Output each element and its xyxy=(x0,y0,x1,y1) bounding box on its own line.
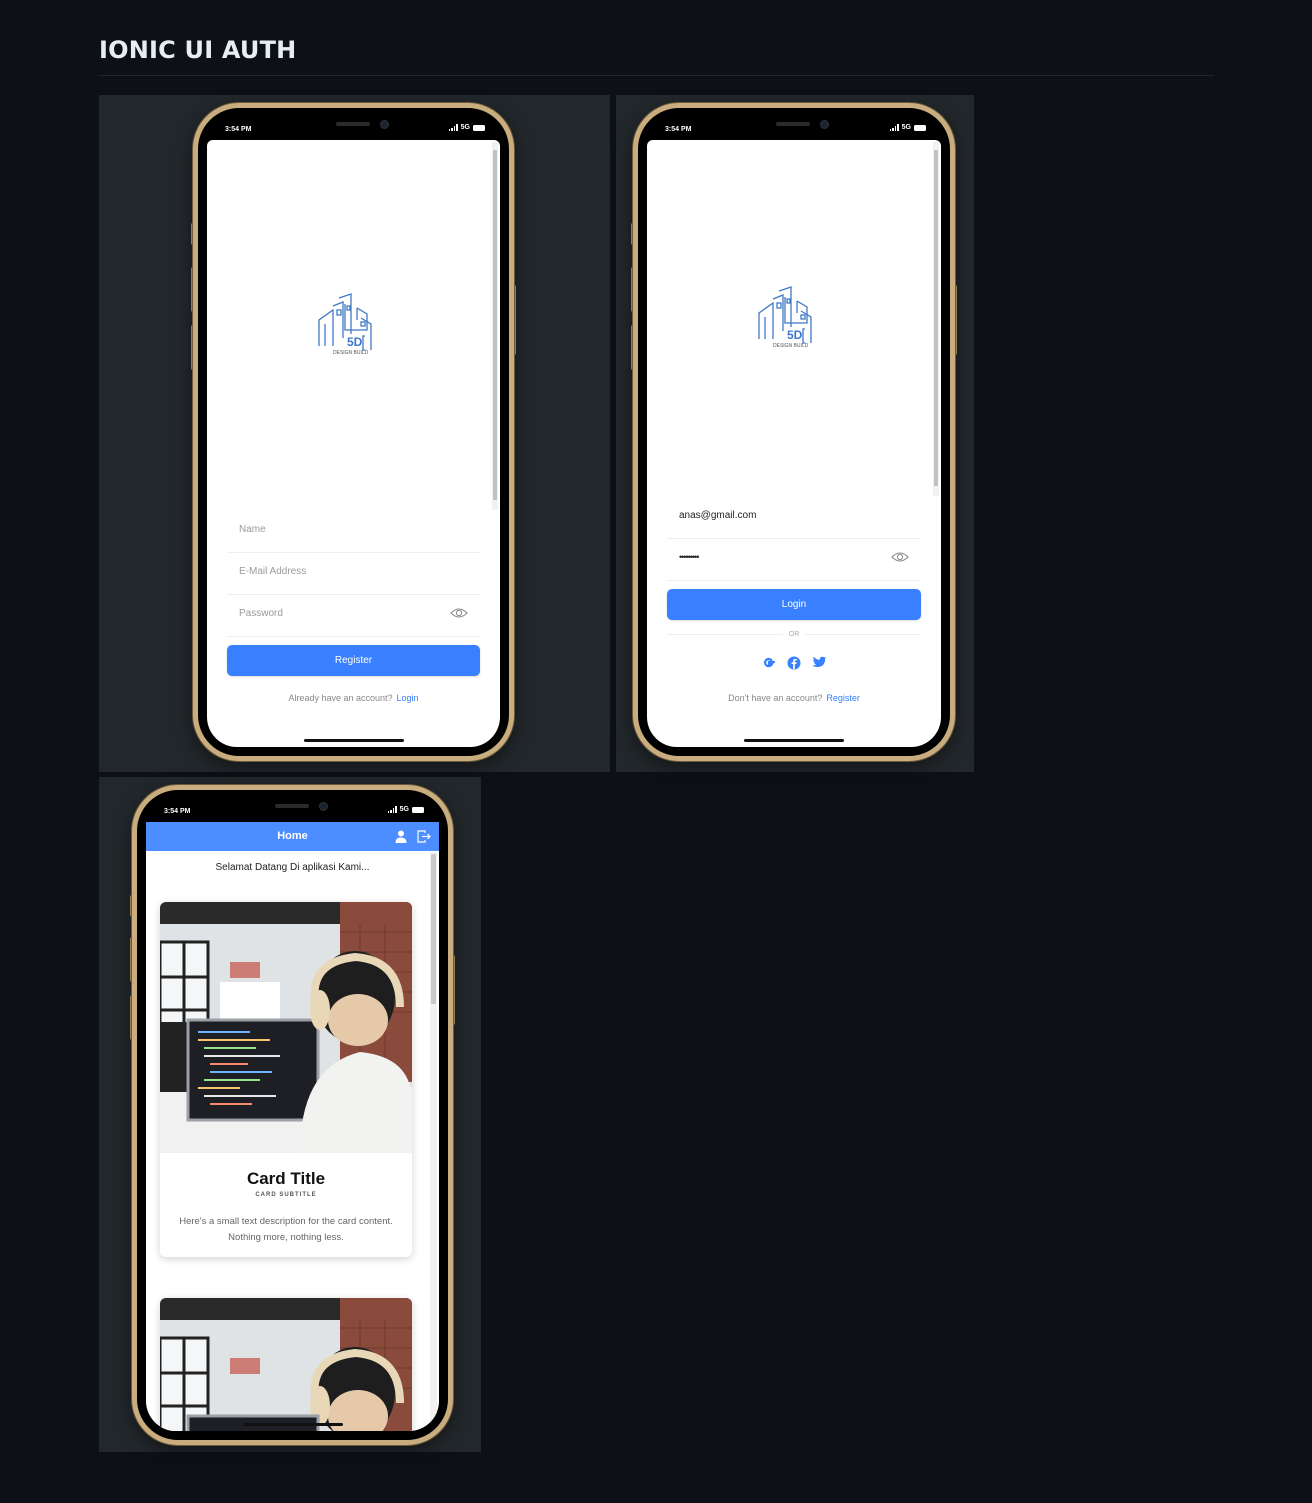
home-indicator xyxy=(303,739,404,742)
register-prompt: Don't have an account? Register xyxy=(647,693,941,703)
content-card[interactable]: Card Title CARD SUBTITLE Here's a small … xyxy=(160,902,412,1257)
logo-label: 5D xyxy=(787,328,803,342)
login-prompt: Already have an account? Login xyxy=(207,693,500,703)
register-screen: 5D DESIGN BUILD Name E-Mail Address Pass… xyxy=(207,140,500,747)
scrollbar[interactable] xyxy=(430,852,437,1431)
name-field[interactable]: Name xyxy=(227,511,480,553)
password-field[interactable]: ••••••••• xyxy=(667,539,921,581)
status-time: 3:54 PM xyxy=(665,126,692,133)
or-label: OR xyxy=(788,631,800,638)
card-subtitle: CARD SUBTITLE xyxy=(255,1192,317,1198)
battery-icon xyxy=(914,124,926,131)
home-screen: Home Selamat Datang Di aplikasi Kami... xyxy=(146,822,439,1431)
scrollbar[interactable] xyxy=(492,142,498,510)
password-field[interactable]: Password xyxy=(227,595,480,637)
home-indicator xyxy=(744,739,844,742)
signal-icon xyxy=(448,124,458,131)
status-icons: 5G xyxy=(387,806,424,813)
login-screen: 5D DESIGN BUILD anas@gmail.com •••••••••… xyxy=(647,140,941,747)
card-title: Card Title xyxy=(246,1169,326,1188)
social-login-row xyxy=(647,656,941,670)
status-time: 3:54 PM xyxy=(225,126,252,133)
home-indicator xyxy=(242,1423,343,1426)
logo-label: 5D xyxy=(347,335,363,349)
email-value: anas@gmail.com xyxy=(679,510,757,521)
password-placeholder: Password xyxy=(239,608,283,619)
phone-frame: 3:54 PM 5G xyxy=(193,103,514,761)
card-image xyxy=(160,1298,412,1431)
user-icon[interactable] xyxy=(395,830,407,843)
email-field[interactable]: anas@gmail.com xyxy=(667,497,921,539)
battery-icon xyxy=(473,124,485,131)
screenshot-panel-home: 3:54 PM 5G Home Selamat Datang Di aplika… xyxy=(99,777,481,1452)
screenshot-panel-login: 3:54 PM 5G 5D DESIGN BUILD anas@gmail.co… xyxy=(616,95,974,772)
signal-icon xyxy=(889,124,899,131)
content-card[interactable] xyxy=(160,1298,412,1431)
phone-frame: 3:54 PM 5G xyxy=(633,103,955,761)
signal-icon xyxy=(387,806,397,813)
logo-caption: DESIGN BUILD xyxy=(773,343,809,349)
battery-icon xyxy=(412,806,424,813)
scrollbar[interactable] xyxy=(933,142,939,496)
name-placeholder: Name xyxy=(239,524,266,535)
network-label: 5G xyxy=(460,124,470,131)
facebook-icon[interactable] xyxy=(787,656,801,670)
screenshot-panel-register: 3:54 PM 5G 5D DESIGN BUILD Name E-Mail A… xyxy=(99,95,610,772)
register-link[interactable]: Register xyxy=(826,693,860,703)
title-divider xyxy=(99,75,1214,76)
phone-notch xyxy=(222,790,363,822)
login-prompt-text: Already have an account? xyxy=(288,693,393,703)
eye-icon[interactable] xyxy=(450,607,468,619)
welcome-text: Selamat Datang Di aplikasi Kami... xyxy=(215,862,370,873)
phone-notch xyxy=(724,108,864,140)
eye-icon[interactable] xyxy=(891,551,909,563)
phone-notch xyxy=(283,108,424,140)
login-button[interactable]: Login xyxy=(667,589,921,620)
password-value: ••••••••• xyxy=(679,552,699,562)
or-divider: OR xyxy=(667,631,921,638)
twitter-icon[interactable] xyxy=(811,656,827,669)
register-prompt-text: Don't have an account? xyxy=(728,693,823,703)
company-logo: 5D DESIGN BUILD xyxy=(758,286,812,349)
company-logo: 5D DESIGN BUILD xyxy=(318,293,372,356)
status-time: 3:54 PM xyxy=(164,808,191,815)
app-header: Home xyxy=(146,822,439,851)
logo-caption: DESIGN BUILD xyxy=(333,350,369,356)
page-title: IONIC UI AUTH xyxy=(99,36,297,64)
network-label: 5G xyxy=(901,124,911,131)
network-label: 5G xyxy=(399,806,409,813)
email-field[interactable]: E-Mail Address xyxy=(227,553,480,595)
status-icons: 5G xyxy=(889,124,926,131)
register-button[interactable]: Register xyxy=(227,645,480,676)
card-image xyxy=(160,902,412,1153)
login-link[interactable]: Login xyxy=(397,693,419,703)
email-placeholder: E-Mail Address xyxy=(239,566,307,577)
status-icons: 5G xyxy=(448,124,485,131)
google-icon[interactable] xyxy=(762,656,776,670)
phone-frame: 3:54 PM 5G Home Selamat Datang Di aplika… xyxy=(132,785,453,1445)
logout-icon[interactable] xyxy=(417,830,431,843)
card-text: Here's a small text description for the … xyxy=(179,1216,393,1243)
